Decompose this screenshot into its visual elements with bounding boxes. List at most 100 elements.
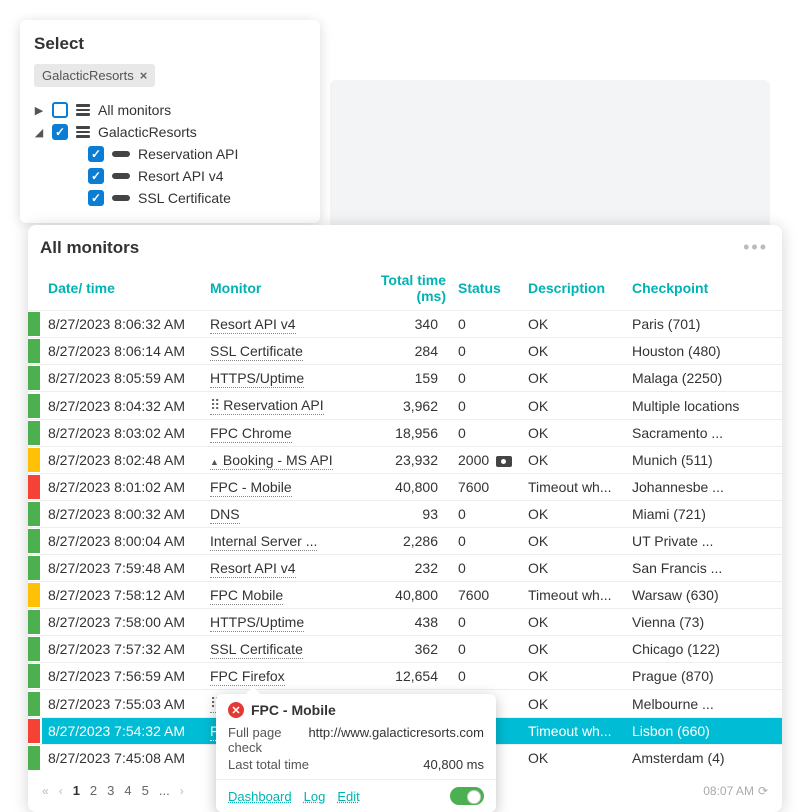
- table-row[interactable]: 8/27/2023 7:58:00 AMHTTPS/Uptime4380OKVi…: [28, 609, 782, 636]
- tree-label: Resort API v4: [138, 168, 224, 184]
- next-page-icon[interactable]: ›: [180, 784, 184, 798]
- checkbox[interactable]: [88, 190, 104, 206]
- filter-tag[interactable]: GalacticResorts ×: [34, 64, 155, 87]
- cell-checkpoint: Houston (480): [626, 338, 782, 365]
- col-check[interactable]: Checkpoint: [626, 266, 782, 311]
- checkbox[interactable]: [52, 124, 68, 140]
- cell-monitor[interactable]: FPC - Mobile: [204, 474, 344, 501]
- cell-monitor[interactable]: SSL Certificate: [204, 636, 344, 663]
- cell-status: 2000: [452, 447, 522, 474]
- cell-desc: OK: [522, 609, 626, 636]
- cell-monitor[interactable]: FPC Mobile: [204, 582, 344, 609]
- table-row[interactable]: 8/27/2023 8:05:59 AMHTTPS/Uptime1590OKMa…: [28, 365, 782, 392]
- page-number[interactable]: 1: [73, 783, 80, 798]
- tree-label: Reservation API: [138, 146, 238, 162]
- popover-last-label: Last total time: [228, 757, 309, 772]
- cell-monitor[interactable]: Reservation API: [204, 392, 344, 420]
- cell-datetime: 8/27/2023 7:59:48 AM: [42, 555, 204, 582]
- cell-checkpoint: Vienna (73): [626, 609, 782, 636]
- filter-tag-label: GalacticResorts: [42, 68, 134, 83]
- cell-datetime: 8/27/2023 7:45:08 AM: [42, 745, 204, 772]
- cell-status: 0: [452, 528, 522, 555]
- status-indicator: [28, 339, 40, 363]
- caret-right-icon[interactable]: ▶: [34, 104, 44, 117]
- cell-monitor[interactable]: Resort API v4: [204, 311, 344, 338]
- status-indicator: [28, 610, 40, 634]
- col-total[interactable]: Total time (ms): [344, 266, 452, 311]
- table-row[interactable]: 8/27/2023 8:04:32 AMReservation API3,962…: [28, 392, 782, 420]
- panel-title: All monitors: [40, 238, 139, 258]
- cell-monitor[interactable]: Booking - MS API: [204, 447, 344, 474]
- page-number[interactable]: 2: [90, 783, 97, 798]
- table-row[interactable]: 8/27/2023 7:58:12 AMFPC Mobile40,8007600…: [28, 582, 782, 609]
- popover-title: FPC - Mobile: [251, 702, 336, 718]
- toggle-switch[interactable]: [450, 787, 484, 805]
- checkbox[interactable]: [88, 146, 104, 162]
- col-datetime[interactable]: Date/ time: [42, 266, 204, 311]
- table-row[interactable]: 8/27/2023 8:00:04 AMInternal Server ...2…: [28, 528, 782, 555]
- checkbox[interactable]: [52, 102, 68, 118]
- edit-link[interactable]: Edit: [337, 789, 359, 804]
- cell-monitor[interactable]: HTTPS/Uptime: [204, 609, 344, 636]
- tree-row-item[interactable]: SSL Certificate: [34, 187, 306, 209]
- page-number[interactable]: 5: [142, 783, 149, 798]
- cell-monitor[interactable]: SSL Certificate: [204, 338, 344, 365]
- refresh-icon[interactable]: ⟳: [758, 784, 768, 798]
- cell-monitor[interactable]: Internal Server ...: [204, 528, 344, 555]
- status-indicator: [28, 719, 40, 743]
- page-more[interactable]: ...: [159, 783, 170, 798]
- cell-monitor[interactable]: HTTPS/Uptime: [204, 365, 344, 392]
- cell-datetime: 8/27/2023 8:05:59 AM: [42, 365, 204, 392]
- cell-monitor[interactable]: FPC Firefox: [204, 663, 344, 690]
- table-row[interactable]: 8/27/2023 8:06:32 AMResort API v43400OKP…: [28, 311, 782, 338]
- cell-checkpoint: Paris (701): [626, 311, 782, 338]
- tree-row-group[interactable]: ◢ GalacticResorts: [34, 121, 306, 143]
- status-indicator: [28, 394, 40, 418]
- cell-desc: OK: [522, 745, 626, 772]
- dashboard-link[interactable]: Dashboard: [228, 789, 292, 804]
- table-row[interactable]: 8/27/2023 7:57:32 AMSSL Certificate3620O…: [28, 636, 782, 663]
- cell-total: 159: [344, 365, 452, 392]
- pill-icon: [112, 195, 130, 201]
- log-link[interactable]: Log: [304, 789, 326, 804]
- table-row[interactable]: 8/27/2023 8:01:02 AMFPC - Mobile40,80076…: [28, 474, 782, 501]
- cell-monitor[interactable]: FPC Chrome: [204, 420, 344, 447]
- tree-row-all[interactable]: ▶ All monitors: [34, 99, 306, 121]
- cell-checkpoint: San Francis ...: [626, 555, 782, 582]
- cell-checkpoint: Warsaw (630): [626, 582, 782, 609]
- table-row[interactable]: 8/27/2023 7:59:48 AMResort API v42320OKS…: [28, 555, 782, 582]
- col-status[interactable]: Status: [452, 266, 522, 311]
- cell-monitor[interactable]: DNS: [204, 501, 344, 528]
- cell-status: 0: [452, 311, 522, 338]
- cell-desc: OK: [522, 447, 626, 474]
- popover-url: http://www.galacticresorts.com: [308, 725, 484, 755]
- table-row[interactable]: 8/27/2023 8:02:48 AMBooking - MS API23,9…: [28, 447, 782, 474]
- more-icon[interactable]: •••: [743, 237, 768, 258]
- stack-icon: [76, 104, 90, 116]
- col-monitor[interactable]: Monitor: [204, 266, 344, 311]
- cell-total: 362: [344, 636, 452, 663]
- status-indicator: [28, 556, 40, 580]
- col-desc[interactable]: Description: [522, 266, 626, 311]
- tree-row-item[interactable]: Reservation API: [34, 143, 306, 165]
- close-icon[interactable]: ×: [140, 68, 148, 83]
- table-row[interactable]: 8/27/2023 8:06:14 AMSSL Certificate2840O…: [28, 338, 782, 365]
- tree-row-item[interactable]: Resort API v4: [34, 165, 306, 187]
- cell-datetime: 8/27/2023 7:58:00 AM: [42, 609, 204, 636]
- prev-page-icon[interactable]: ‹: [59, 784, 63, 798]
- checkbox[interactable]: [88, 168, 104, 184]
- cell-checkpoint: UT Private ...: [626, 528, 782, 555]
- caret-down-icon[interactable]: ◢: [34, 126, 44, 139]
- cell-total: 40,800: [344, 582, 452, 609]
- table-row[interactable]: 8/27/2023 8:00:32 AMDNS930OKMiami (721): [28, 501, 782, 528]
- cell-monitor[interactable]: Resort API v4: [204, 555, 344, 582]
- cell-desc: Timeout wh...: [522, 582, 626, 609]
- timestamp: 08:07 AM⟳: [703, 784, 768, 798]
- first-page-icon[interactable]: «: [42, 784, 49, 798]
- status-indicator: [28, 637, 40, 661]
- page-number[interactable]: 3: [107, 783, 114, 798]
- table-row[interactable]: 8/27/2023 8:03:02 AMFPC Chrome18,9560OKS…: [28, 420, 782, 447]
- page-number[interactable]: 4: [124, 783, 131, 798]
- cell-status: 0: [452, 501, 522, 528]
- table-row[interactable]: 8/27/2023 7:56:59 AMFPC Firefox12,6540OK…: [28, 663, 782, 690]
